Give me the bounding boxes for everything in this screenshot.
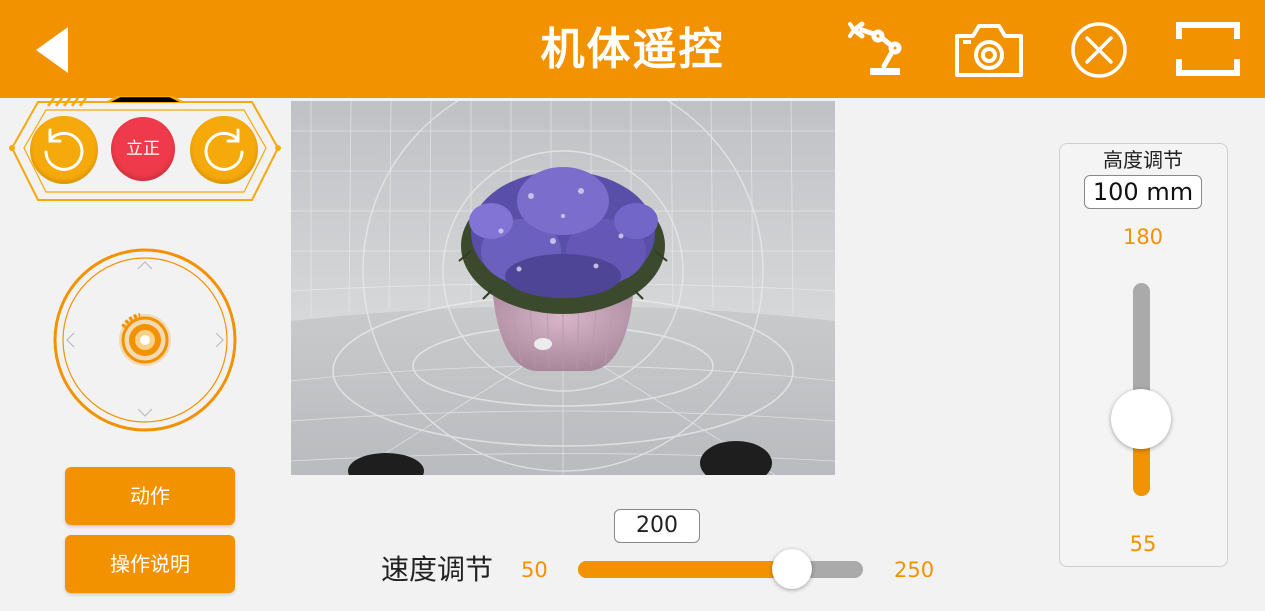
speed-slider-thumb[interactable] <box>771 549 812 589</box>
height-max: 180 <box>1122 225 1164 249</box>
speed-max: 250 <box>894 558 935 582</box>
speed-label: 速度调节 <box>381 553 494 586</box>
camera-feed <box>291 101 835 475</box>
rotate-right-icon <box>204 128 244 171</box>
back-button[interactable] <box>28 24 78 76</box>
help-button[interactable]: 操作说明 <box>65 535 235 593</box>
stand-button[interactable]: 立正 <box>111 117 175 181</box>
back-arrow-icon <box>36 27 68 73</box>
camera-image <box>291 101 835 475</box>
close-circle-icon <box>1071 22 1127 78</box>
speed-value: 200 <box>614 509 700 543</box>
robot-arm-button[interactable] <box>848 20 908 82</box>
camera-button[interactable] <box>953 20 1025 80</box>
joystick-knob-icon[interactable] <box>119 313 171 366</box>
joystick[interactable] <box>52 247 238 433</box>
height-slider-thumb[interactable] <box>1111 389 1171 450</box>
camera-icon <box>955 24 1023 77</box>
action-button[interactable]: 动作 <box>65 467 235 525</box>
rotate-left-button[interactable] <box>30 116 98 184</box>
height-min: 55 <box>1129 532 1157 556</box>
height-value: 100 mm <box>1084 175 1202 209</box>
robot-arm-icon <box>848 21 902 75</box>
speed-min: 50 <box>521 558 548 582</box>
fullscreen-button[interactable] <box>1176 22 1240 76</box>
fullscreen-icon <box>1176 22 1240 76</box>
rotate-left-icon <box>44 128 84 171</box>
close-button[interactable] <box>1070 21 1128 79</box>
height-label: 高度调节 <box>1103 148 1183 172</box>
speed-slider-fill <box>578 561 792 578</box>
rotate-right-button[interactable] <box>190 116 258 184</box>
